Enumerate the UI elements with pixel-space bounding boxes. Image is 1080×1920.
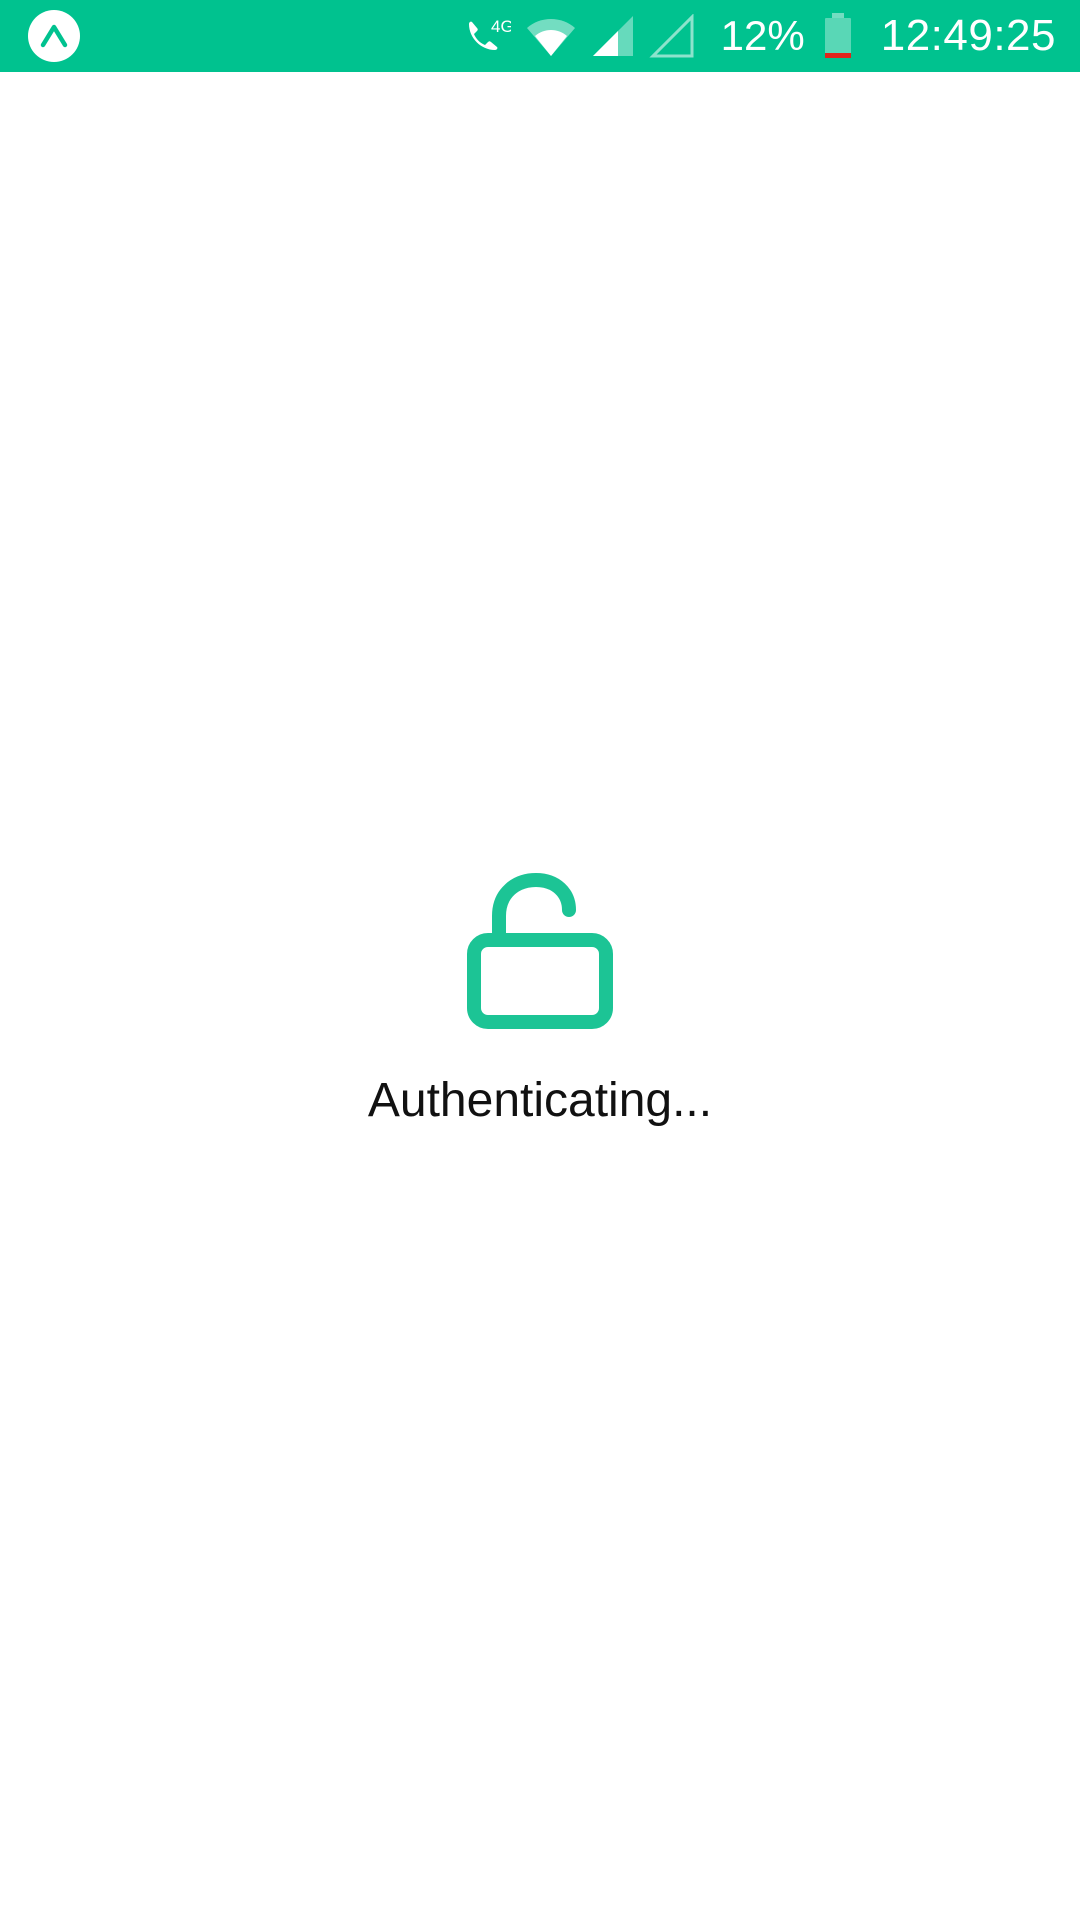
main-content: Authenticating... xyxy=(0,72,1080,1920)
signal-sim1-icon xyxy=(591,14,635,58)
status-bar: 4G 12% 12:49:25 xyxy=(0,0,1080,72)
call-4g-icon: 4G xyxy=(461,12,511,60)
signal-sim2-icon xyxy=(649,14,695,58)
battery-percentage: 12% xyxy=(720,12,805,59)
wifi-icon xyxy=(525,14,577,58)
clock: 12:49:25 xyxy=(880,11,1056,60)
expo-logo-icon xyxy=(28,10,80,62)
auth-status: Authenticating... xyxy=(0,870,1080,1128)
auth-message: Authenticating... xyxy=(367,1074,713,1127)
unlock-icon xyxy=(466,870,614,1035)
battery-icon xyxy=(823,13,853,59)
network-type-label: 4G xyxy=(491,17,511,36)
